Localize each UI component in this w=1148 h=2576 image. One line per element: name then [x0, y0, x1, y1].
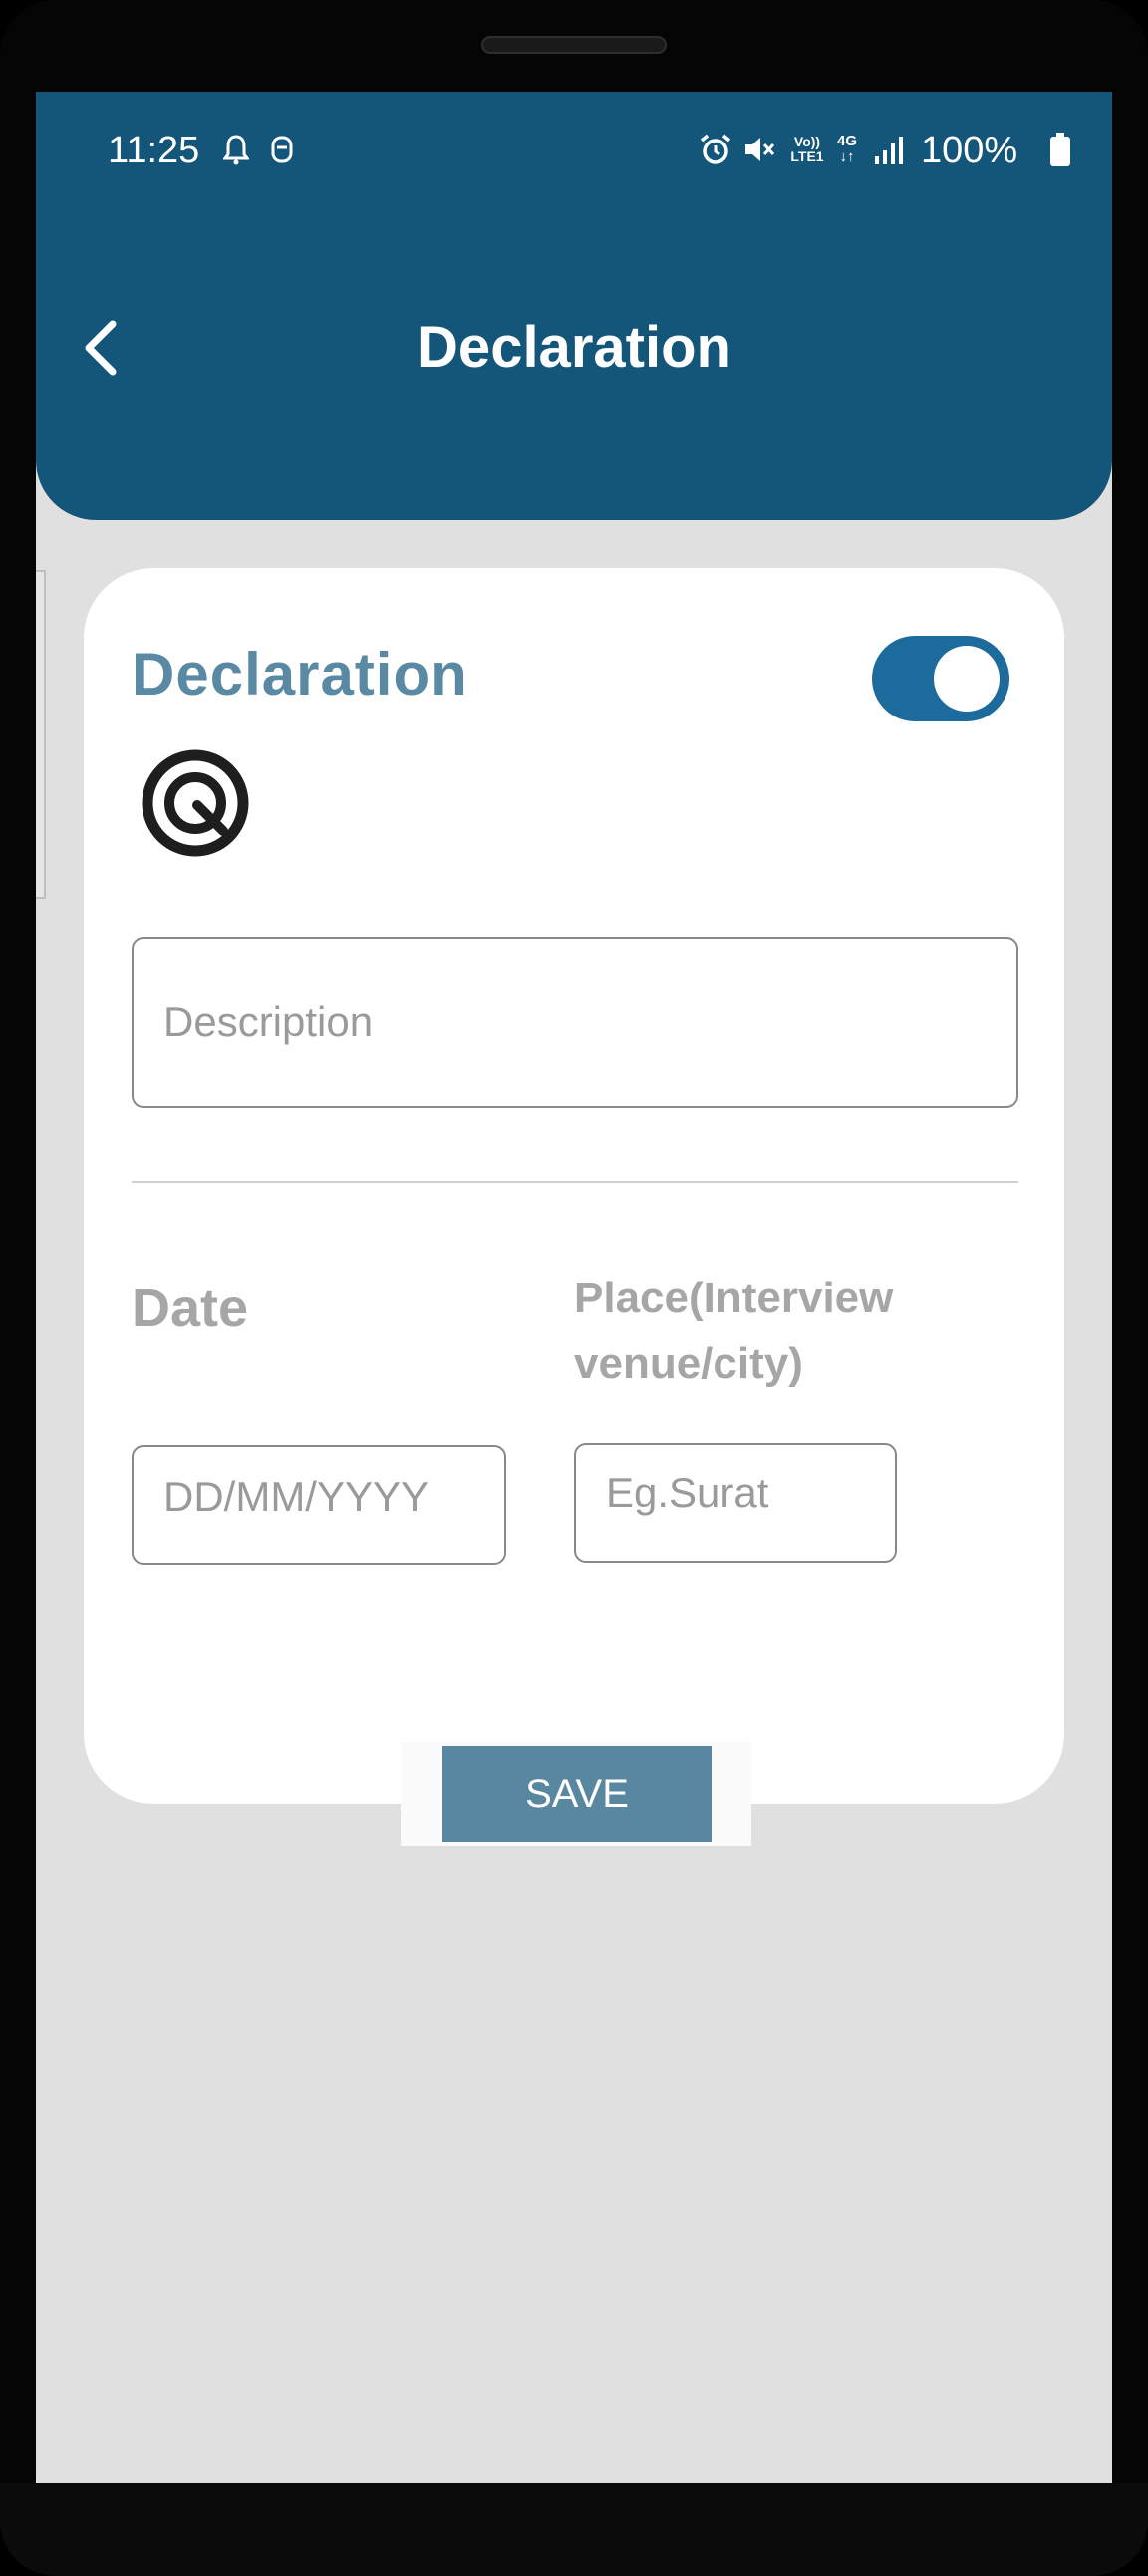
- signal-icon: [871, 132, 907, 167]
- declaration-toggle[interactable]: [872, 636, 1009, 721]
- phone-bottom-bezel: [0, 2483, 1148, 2576]
- place-input[interactable]: Eg.Surat: [574, 1443, 897, 1563]
- earpiece-speaker: [481, 36, 667, 54]
- place-label: Place(Interview venue/city): [574, 1274, 894, 1388]
- date-label: Date: [132, 1279, 249, 1338]
- description-input[interactable]: Description: [132, 937, 1018, 1108]
- save-button-container: SAVE: [401, 1742, 751, 1846]
- status-bar: 11:25 Vo)) LTE1 4G ↓↑ 100%: [36, 92, 1112, 211]
- phone-frame: 11:25 Vo)) LTE1 4G ↓↑ 100% Declaration D…: [0, 0, 1148, 2576]
- mute-icon: [741, 132, 777, 167]
- page-title: Declaration: [417, 315, 731, 380]
- battery-icon: [1048, 132, 1072, 167]
- notification-badge-icon: [267, 132, 297, 167]
- side-drawer-handle[interactable]: [36, 570, 46, 899]
- toggle-knob: [934, 646, 1000, 712]
- target-icon: [140, 747, 251, 859]
- 4g-icon: 4G ↓↑: [836, 133, 857, 165]
- app-screen: 11:25 Vo)) LTE1 4G ↓↑ 100% Declaration D…: [36, 92, 1112, 2483]
- volte-icon: Vo)) LTE1: [790, 134, 824, 164]
- declaration-card: Declaration Description Date Place(Inter…: [84, 568, 1064, 1846]
- save-button[interactable]: SAVE: [442, 1746, 712, 1842]
- bell-icon: [221, 132, 251, 167]
- status-time: 11:25: [108, 130, 200, 171]
- date-input[interactable]: DD/MM/YYYY: [132, 1445, 506, 1565]
- battery-percentage: 100%: [921, 130, 1018, 171]
- divider: [132, 1181, 1018, 1183]
- app-header: 11:25 Vo)) LTE1 4G ↓↑ 100% Declaration: [36, 92, 1112, 520]
- card-title: Declaration: [132, 641, 468, 708]
- alarm-icon: [698, 132, 733, 167]
